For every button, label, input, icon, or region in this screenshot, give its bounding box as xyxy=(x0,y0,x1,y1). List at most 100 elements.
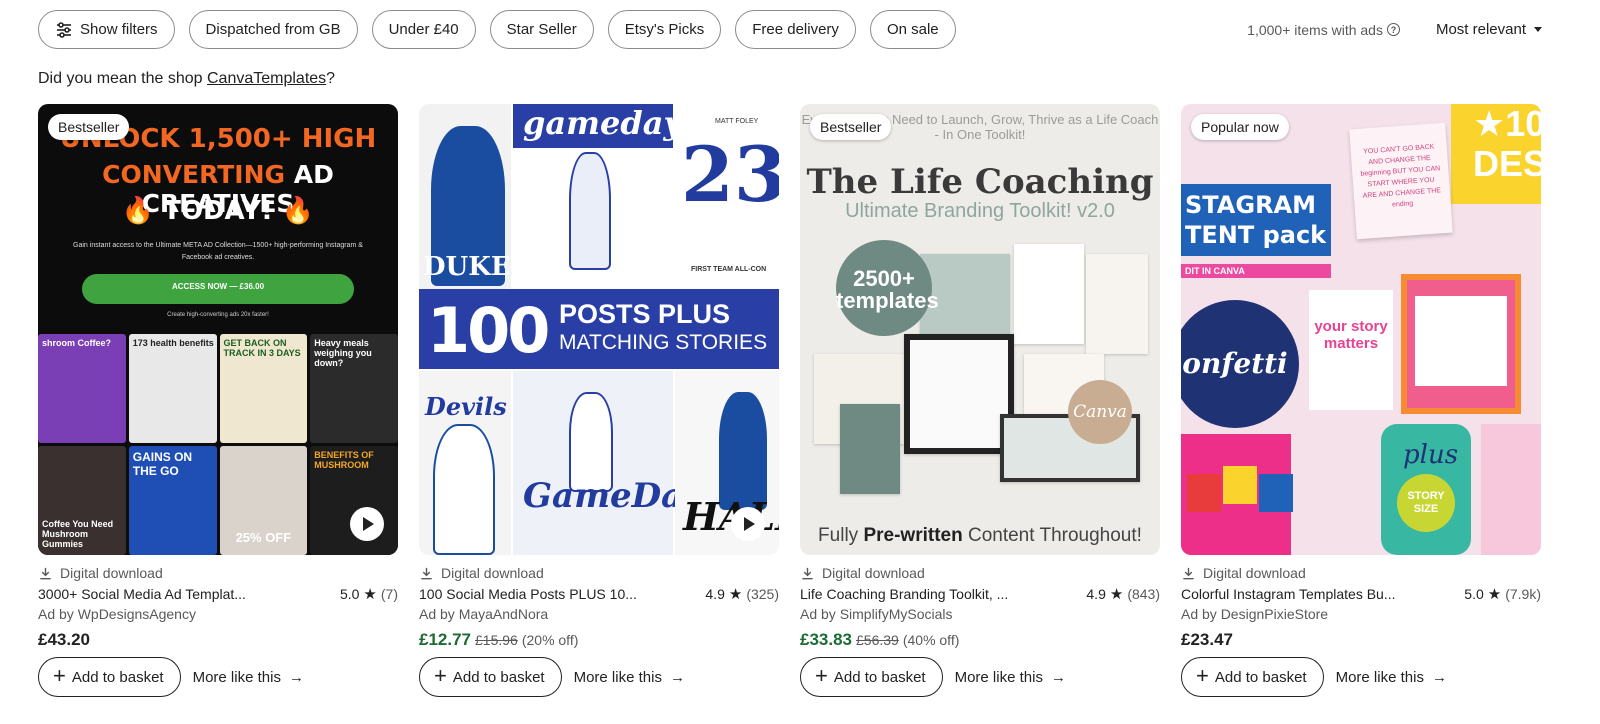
ad-by-seller[interactable]: Ad by MayaAndNora xyxy=(419,606,779,624)
rating-value: 5.0 xyxy=(339,586,360,602)
rating-value: 4.9 xyxy=(1086,586,1106,602)
listing-card[interactable]: STAGRAM TENT pack DIT IN CANVA ★100 DESI… xyxy=(1181,104,1541,697)
thumb-headline: The Life Coaching xyxy=(806,162,1154,202)
listing-card[interactable]: gameday 23 MATT FOLEY FIRST TEAM ALL-CON… xyxy=(419,104,779,697)
suggestion-prefix: Did you mean the shop xyxy=(38,70,207,87)
review-count: (843) xyxy=(1127,586,1160,602)
more-like-this-label: More like this xyxy=(192,668,281,686)
mosaic-tile-text: 25% OFF xyxy=(235,530,292,545)
listing-image[interactable]: STAGRAM TENT pack DIT IN CANVA ★100 DESI… xyxy=(1181,104,1541,555)
filter-chip-label: Dispatched from GB xyxy=(205,21,341,38)
digital-download-row: Digital download xyxy=(1181,565,1541,581)
listing-price: £33.83 xyxy=(800,630,852,649)
shop-suggestion: Did you mean the shop CanvaTemplates? xyxy=(38,70,335,88)
download-icon xyxy=(421,567,432,579)
listing-price: £12.77 xyxy=(419,630,471,649)
thumb-story-size: STORY SIZE xyxy=(1397,474,1455,532)
add-to-basket-button[interactable]: + Add to basket xyxy=(800,657,943,697)
thumb-tiny-text: Create high-converting ads 20x faster! xyxy=(167,312,269,318)
card-actions: + Add to basket More like this → xyxy=(38,657,398,697)
play-icon[interactable] xyxy=(731,507,765,541)
card-actions: + Add to basket More like this → xyxy=(1181,657,1541,697)
add-to-basket-button[interactable]: + Add to basket xyxy=(38,657,181,697)
ad-by-seller[interactable]: Ad by SimplifyMySocials xyxy=(800,606,1160,624)
mosaic-tile: Heavy meals weighing you down? xyxy=(310,334,398,443)
thumb-banner-stories: MATCHING STORIES xyxy=(559,331,768,354)
listing-type: Digital download xyxy=(441,565,544,581)
filter-chip-label: On sale xyxy=(886,21,939,38)
plus-icon: + xyxy=(815,663,828,688)
sort-label: Most relevant xyxy=(1435,21,1526,38)
ad-by-seller[interactable]: Ad by WpDesignsAgency xyxy=(38,606,398,624)
thumb-cta: ACCESS NOW — £36.00 xyxy=(82,274,354,304)
filter-chip-dispatched-from-gb[interactable]: Dispatched from GB xyxy=(188,10,358,49)
listing-card[interactable]: UNLOCK 1,500+ HIGH CONVERTING AD CREATIV… xyxy=(38,104,398,697)
listing-title[interactable]: 100 Social Media Posts PLUS 10... xyxy=(419,586,637,602)
add-to-basket-button[interactable]: + Add to basket xyxy=(1181,657,1324,697)
add-to-basket-label: Add to basket xyxy=(71,668,164,686)
plus-icon: + xyxy=(1196,663,1209,688)
show-filters-button[interactable]: Show filters xyxy=(38,10,175,49)
thumb-swatch xyxy=(1187,474,1221,512)
filter-chip-under-40[interactable]: Under £40 xyxy=(371,10,476,49)
more-like-this-link[interactable]: More like this → xyxy=(955,669,1066,686)
thumb-subheadline: Ultimate Branding Toolkit! v2.0 xyxy=(845,200,1115,222)
listing-grid: UNLOCK 1,500+ HIGH CONVERTING AD CREATIV… xyxy=(38,104,1541,697)
mosaic-tile: 25% OFF xyxy=(219,446,308,555)
filter-chip-free-delivery[interactable]: Free delivery xyxy=(735,10,856,49)
thumb-bottom-a: Fully xyxy=(818,525,864,546)
more-like-this-link[interactable]: More like this → xyxy=(1336,669,1447,686)
card-actions: + Add to basket More like this → xyxy=(419,657,779,697)
plus-icon: + xyxy=(434,663,447,688)
thumb-banner: 100 POSTS PLUS MATCHING STORIES xyxy=(419,289,779,369)
listing-type: Digital download xyxy=(1203,565,1306,581)
suggested-shop-link[interactable]: CanvaTemplates xyxy=(207,70,326,87)
original-price: £56.39 xyxy=(856,632,899,648)
listing-image[interactable]: UNLOCK 1,500+ HIGH CONVERTING AD CREATIV… xyxy=(38,104,398,555)
mosaic-tile: 173 health benefits xyxy=(128,334,217,443)
thumb-bottom-text: Fully Pre-written Content Throughout! xyxy=(800,525,1160,547)
thumb-player xyxy=(719,392,767,510)
mosaic-tile: Coffee You Need Mushroom Gummies xyxy=(38,446,126,555)
thumb-headline-3: 🔥 TODAY! 🔥 xyxy=(121,196,315,226)
mosaic-tile: shroom Coffee? xyxy=(38,334,126,443)
digital-download-row: Digital download xyxy=(419,565,779,581)
canva-logo: Canva xyxy=(1068,380,1132,444)
listing-title[interactable]: 3000+ Social Media Ad Templat... xyxy=(38,586,246,602)
mosaic-tile-text: Coffee You Need Mushroom Gummies xyxy=(42,519,114,549)
thumb-devils-text: Devils xyxy=(425,392,507,421)
more-like-this-label: More like this xyxy=(1335,668,1424,686)
question-icon[interactable]: ? xyxy=(1386,23,1400,36)
listing-image[interactable]: gameday 23 MATT FOLEY FIRST TEAM ALL-CON… xyxy=(419,104,779,555)
listing-card[interactable]: Everything You Need to Launch, Grow, Thr… xyxy=(800,104,1160,697)
thumb-note: YOU CAN'T GO BACK AND CHANGE THE beginni… xyxy=(1349,122,1453,240)
ad-by-seller[interactable]: Ad by DesignPixieStore xyxy=(1181,606,1541,624)
filter-chip-star-seller[interactable]: Star Seller xyxy=(489,10,594,49)
sort-dropdown[interactable]: Most relevant xyxy=(1436,21,1542,38)
listing-type: Digital download xyxy=(822,565,925,581)
listing-title[interactable]: Life Coaching Branding Toolkit, ... xyxy=(800,586,1008,602)
add-to-basket-button[interactable]: + Add to basket xyxy=(419,657,562,697)
more-like-this-link[interactable]: More like this → xyxy=(574,669,685,686)
title-row: Colorful Instagram Templates Bu... 5.0 ★… xyxy=(1181,585,1541,603)
more-like-this-link[interactable]: More like this → xyxy=(193,669,304,686)
discount-text: (40% off) xyxy=(902,632,960,648)
listing-rating: 4.9 ★ (325) xyxy=(705,585,779,603)
thumb-gameday-text: gameday xyxy=(523,104,683,142)
filter-chip-on-sale[interactable]: On sale xyxy=(869,10,956,49)
thumb-swatch xyxy=(1259,474,1293,512)
listing-title[interactable]: Colorful Instagram Templates Bu... xyxy=(1181,586,1396,602)
show-filters-label: Show filters xyxy=(80,21,158,38)
add-to-basket-label: Add to basket xyxy=(833,668,926,686)
thumb-banner-posts: POSTS PLUS xyxy=(559,299,731,329)
listing-image[interactable]: Everything You Need to Launch, Grow, Thr… xyxy=(800,104,1160,555)
results-meta: 1,000+ items with ads ? Most relevant xyxy=(1247,10,1542,49)
title-row: 3000+ Social Media Ad Templat... 5.0 ★ (… xyxy=(38,585,398,603)
star-icon: ★ xyxy=(1487,586,1502,603)
filter-chip-label: Free delivery xyxy=(752,21,839,38)
add-to-basket-label: Add to basket xyxy=(1214,668,1307,686)
price-row: £12.77 £15.96 (20% off) xyxy=(419,630,779,652)
play-icon[interactable] xyxy=(350,507,384,541)
filter-chip-etsys-picks[interactable]: Etsy's Picks xyxy=(607,10,722,49)
thumb-halftime-text: HALF xyxy=(683,494,779,539)
